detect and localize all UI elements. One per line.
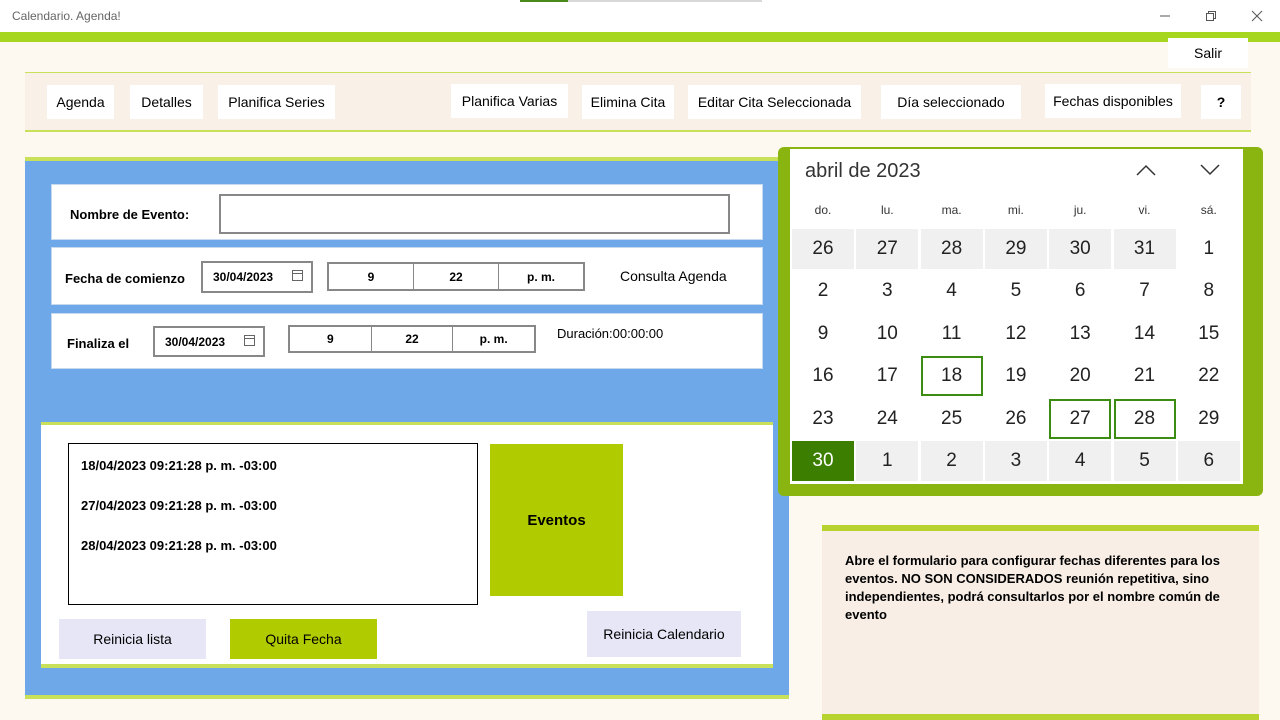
reinicia-lista-button[interactable]: Reinicia lista [59,619,206,659]
dia-seleccionado-button[interactable]: Día seleccionado [881,85,1021,119]
weekday-header: sá. [1200,203,1217,217]
calendar-day[interactable]: 27 [1049,398,1112,439]
calendar-day[interactable]: 26 [984,398,1047,439]
close-icon[interactable] [1234,0,1280,32]
calendar-day[interactable]: 25 [920,398,983,439]
calendar-day[interactable]: 28 [920,229,983,269]
detalles-button[interactable]: Detalles [130,85,203,119]
calendar-day[interactable]: 4 [920,271,983,312]
calendar-day[interactable]: 3 [856,271,919,312]
calendar-day[interactable]: 17 [856,356,919,397]
calendar-day[interactable]: 27 [856,229,919,269]
weekday-header: lu. [880,203,894,217]
calendar-day[interactable]: 20 [1049,356,1112,397]
start-date-value: 30/04/2023 [213,270,274,284]
calendar-month-label[interactable]: abril de 2023 [805,160,921,183]
start-time-picker[interactable]: 9 22 p. m. [327,262,585,291]
calendar-day[interactable]: 26 [792,229,854,269]
window-title: Calendario. Agenda! [12,9,121,23]
calendar-day[interactable]: 5 [984,271,1047,312]
calendar-day[interactable]: 18 [920,356,983,397]
editar-cita-button[interactable]: Editar Cita Seleccionada [688,85,861,119]
weekday-header: mi. [1007,203,1024,217]
calendar-icon [292,270,303,281]
end-date-value: 30/04/2023 [165,334,226,349]
calendar-day[interactable]: 9 [792,313,854,354]
info-text: Abre el formulario para configurar fecha… [845,553,1220,622]
calendar-day[interactable]: 30 [1049,229,1112,269]
calendar-day[interactable]: 12 [984,313,1047,354]
calendar-day[interactable]: 1 [856,441,919,481]
weekday-header: ju. [1073,203,1087,217]
calendar-day[interactable]: 15 [1177,313,1240,354]
list-item[interactable]: 18/04/2023 09:21:28 p. m. -03:00 [81,458,277,473]
start-date-picker[interactable]: 30/04/2023 [201,261,313,293]
calendar-day[interactable]: 2 [920,441,983,481]
weekday-header: do. [814,203,832,217]
end-period[interactable]: p. m. [453,327,534,351]
title-accent-bar [520,0,568,2]
start-minute[interactable]: 22 [414,264,499,289]
calendar-day[interactable]: 30 [792,441,854,481]
start-date-label: Fecha de comienzo [65,271,185,286]
restore-icon[interactable] [1188,0,1234,32]
header-accent-bar [0,32,1280,42]
event-dates-list[interactable]: 18/04/2023 09:21:28 p. m. -03:00 27/04/2… [68,443,478,605]
end-hour[interactable]: 9 [290,327,372,351]
end-time-picker[interactable]: 9 22 p. m. [288,325,536,353]
calendar-day[interactable]: 23 [792,398,854,439]
agenda-button[interactable]: Agenda [47,85,114,119]
consulta-agenda-link[interactable]: Consulta Agenda [620,268,727,284]
start-period[interactable]: p. m. [499,264,583,289]
start-hour[interactable]: 9 [329,264,414,289]
calendar-day[interactable]: 29 [1177,398,1240,439]
title-accent-bar-gray [568,0,762,2]
calendar-day[interactable]: 7 [1113,271,1176,312]
end-date-label: Finaliza el [67,336,130,351]
calendar-day[interactable]: 19 [984,356,1047,397]
title-bar [0,0,1280,32]
calendar-day[interactable]: 4 [1049,441,1112,481]
calendar-day[interactable]: 5 [1113,441,1176,481]
end-date-picker[interactable]: 30/04/2023 [153,326,265,357]
planifica-varias-button[interactable]: Planifica Varias [451,84,568,118]
fechas-disponibles-button[interactable]: Fechas disponibles [1045,84,1181,118]
elimina-cita-button[interactable]: Elimina Cita [582,85,674,119]
calendar-day[interactable]: 3 [984,441,1047,481]
calendar-day[interactable]: 6 [1049,271,1112,312]
calendar-day[interactable]: 29 [984,229,1047,269]
list-item[interactable]: 28/04/2023 09:21:28 p. m. -03:00 [81,538,277,553]
calendar-day[interactable]: 28 [1113,398,1176,439]
calendar-day[interactable]: 24 [856,398,919,439]
calendar-day[interactable]: 11 [920,313,983,354]
planifica-series-button[interactable]: Planifica Series [218,85,335,119]
minimize-icon[interactable] [1142,0,1188,32]
previous-month-chevron-up-icon[interactable] [1130,156,1162,184]
salir-button[interactable]: Salir [1168,38,1248,68]
calendar-day[interactable]: 31 [1113,229,1176,269]
weekday-header: vi. [1138,203,1151,217]
event-name-label: Nombre de Evento: [70,207,190,222]
event-name-input[interactable] [219,194,730,234]
calendar-day[interactable]: 22 [1177,356,1240,397]
list-item[interactable]: 27/04/2023 09:21:28 p. m. -03:00 [81,498,277,513]
weekday-header: ma. [941,203,962,217]
calendar-day[interactable]: 16 [792,356,854,397]
quita-fecha-button[interactable]: Quita Fecha [230,619,377,659]
calendar-day[interactable]: 8 [1177,271,1240,312]
end-minute[interactable]: 22 [372,327,454,351]
calendar-day[interactable]: 10 [856,313,919,354]
calendar-icon [244,335,255,346]
calendar-day[interactable]: 2 [792,271,854,312]
calendar-day[interactable]: 1 [1177,229,1240,269]
duration-label: Duración:00:00:00 [557,326,664,341]
calendar-day[interactable]: 13 [1049,313,1112,354]
help-button[interactable]: ? [1201,85,1241,119]
calendar-day[interactable]: 14 [1113,313,1176,354]
reinicia-calendario-button[interactable]: Reinicia Calendario [587,611,741,657]
next-month-chevron-down-icon[interactable] [1194,156,1226,184]
calendar-day[interactable]: 6 [1177,441,1240,481]
calendar-day[interactable]: 21 [1113,356,1176,397]
eventos-button[interactable]: Eventos [490,444,623,596]
